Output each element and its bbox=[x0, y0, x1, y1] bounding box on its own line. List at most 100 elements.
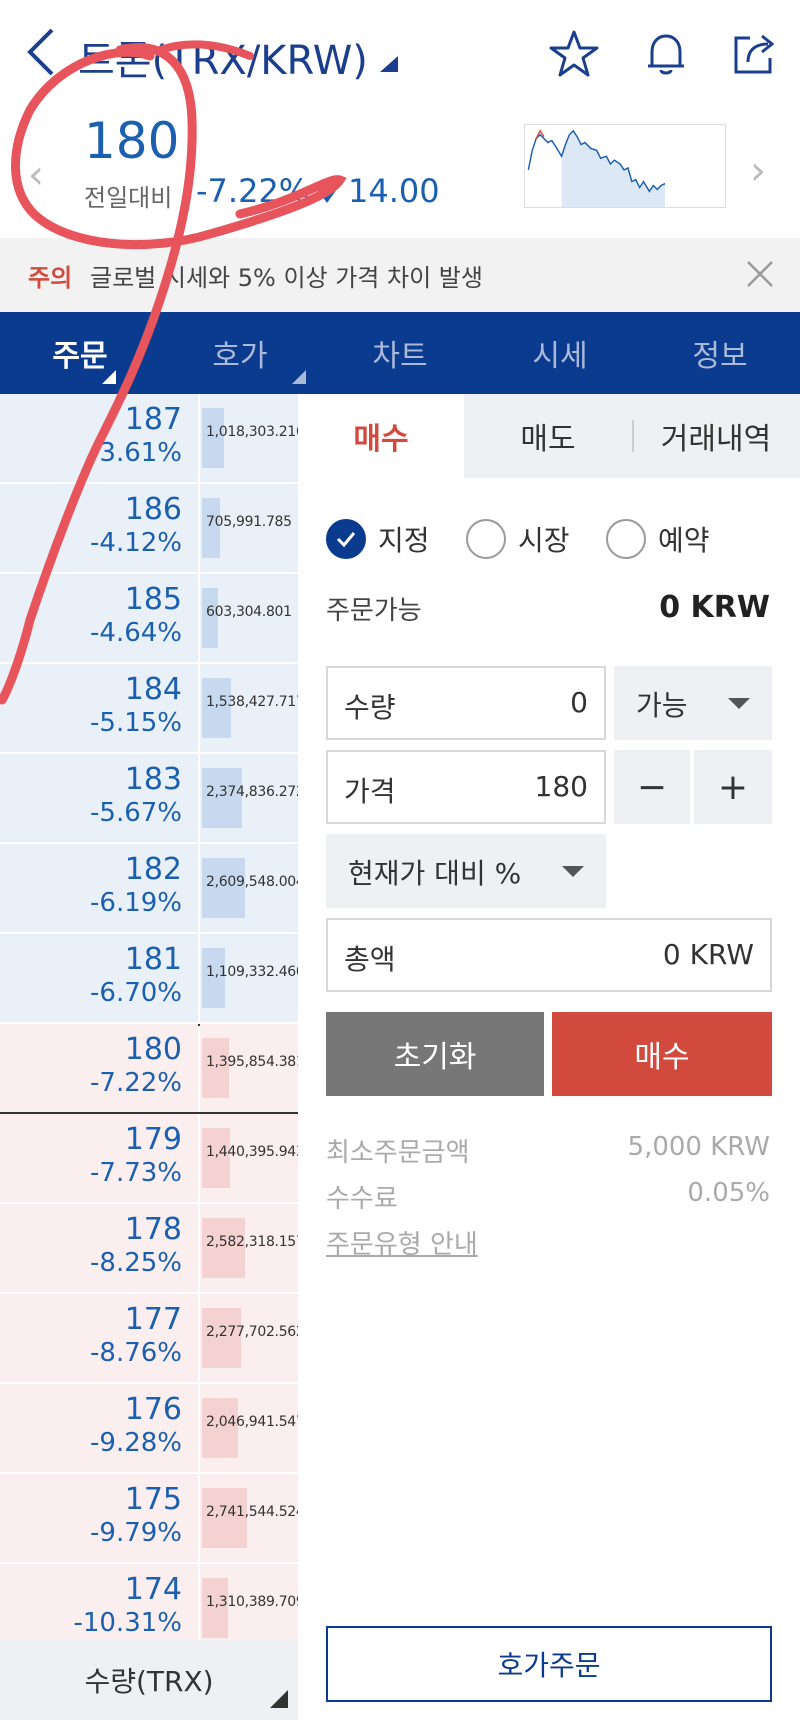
subtab-sell[interactable]: 매도 bbox=[464, 394, 632, 478]
star-icon[interactable] bbox=[548, 28, 600, 80]
volume-cell: 2,609,548.004 bbox=[200, 844, 298, 932]
orderbook-row[interactable]: 186 -4.12% 705,991.785 bbox=[0, 484, 298, 574]
orderbook-price: 182 bbox=[124, 852, 182, 887]
orderbook-row[interactable]: 185 -4.64% 603,304.801 bbox=[0, 574, 298, 664]
subtab-history[interactable]: 거래내역 bbox=[632, 394, 800, 478]
quantity-label: 수량 bbox=[344, 691, 396, 724]
orderbook-volume: 1,310,389.709 bbox=[206, 1594, 298, 1610]
check-icon bbox=[326, 519, 366, 559]
order-panel: 매수 매도 거래내역 지정 시장 예약 주문가능 0 KRW 수량 0 가능 가… bbox=[298, 394, 800, 1720]
price-cell[interactable]: 178 -8.25% bbox=[0, 1204, 198, 1292]
divider bbox=[632, 420, 634, 452]
reset-button[interactable]: 초기화 bbox=[326, 1012, 544, 1096]
percent-select[interactable]: 현재가 대비 % bbox=[326, 834, 606, 908]
orderbook-percent: -7.22% bbox=[90, 1068, 182, 1098]
min-order-value: 5,000 KRW bbox=[627, 1132, 770, 1162]
next-coin-icon[interactable]: › bbox=[750, 148, 766, 194]
orderbook-price: 180 bbox=[124, 1032, 182, 1067]
radio-reserve[interactable]: 예약 bbox=[606, 514, 710, 564]
change-percent: -7.22% bbox=[196, 172, 310, 210]
subtab-label: 매수 bbox=[353, 422, 409, 457]
tab-order[interactable]: 주문 bbox=[0, 312, 160, 394]
price-cell[interactable]: 175 -9.79% bbox=[0, 1474, 198, 1562]
orderbook-percent: -6.19% bbox=[90, 888, 182, 918]
volume-unit-label: 수량(TRX) bbox=[84, 1665, 214, 1698]
back-arrow-icon[interactable] bbox=[22, 22, 62, 82]
orderbook-row-current[interactable]: 180 -7.22% 1,395,854.381 bbox=[0, 1024, 298, 1114]
price-cell[interactable]: 180 -7.22% bbox=[0, 1024, 198, 1112]
orderbook-volume: 1,440,395.943 bbox=[206, 1144, 298, 1160]
orderbook-price: 185 bbox=[124, 582, 182, 617]
share-icon[interactable] bbox=[728, 28, 780, 80]
close-icon[interactable] bbox=[742, 256, 778, 292]
price-cell[interactable]: 177 -8.76% bbox=[0, 1294, 198, 1382]
orderbook-volume: 2,582,318.157 bbox=[206, 1234, 298, 1250]
price-cell[interactable]: 182 -6.19% bbox=[0, 844, 198, 932]
orderbook-row[interactable]: 184 -5.15% 1,538,427.717 bbox=[0, 664, 298, 754]
chevron-down-icon bbox=[562, 866, 584, 877]
price-cell[interactable]: 184 -5.15% bbox=[0, 664, 198, 752]
orderbook-row[interactable]: 187 -3.61% 1,018,303.216 bbox=[0, 394, 298, 484]
price-cell[interactable]: 183 -5.67% bbox=[0, 754, 198, 842]
price-label: 가격 bbox=[344, 775, 396, 808]
page-title[interactable]: 트론(TRX/KRW) bbox=[78, 28, 368, 86]
order-type-guide-link[interactable]: 주문유형 안내 bbox=[326, 1224, 478, 1261]
radio-limit[interactable]: 지정 bbox=[326, 514, 430, 564]
tab-info[interactable]: 정보 bbox=[640, 312, 800, 394]
orderbook-volume: 2,741,544.524 bbox=[206, 1504, 298, 1520]
subtab-label: 거래내역 bbox=[660, 422, 772, 457]
orderbook-row[interactable]: 176 -9.28% 2,046,941.547 bbox=[0, 1384, 298, 1474]
price-input[interactable]: 가격 180 bbox=[326, 750, 606, 824]
orderbook-percent: -3.61% bbox=[90, 438, 182, 468]
order-book[interactable]: 187 -3.61% 1,018,303.216 186 -4.12% 705,991.7… bbox=[0, 394, 298, 1640]
orderbook-row[interactable]: 182 -6.19% 2,609,548.004 bbox=[0, 844, 298, 934]
orderbook-row[interactable]: 183 -5.67% 2,374,836.272 bbox=[0, 754, 298, 844]
price-cell[interactable]: 186 -4.12% bbox=[0, 484, 198, 572]
subtab-buy[interactable]: 매수 bbox=[298, 394, 464, 478]
corner-caret-icon bbox=[270, 1690, 288, 1708]
orderbook-row[interactable]: 181 -6.70% 1,109,332.460 bbox=[0, 934, 298, 1024]
subtab-label: 매도 bbox=[520, 422, 576, 457]
orderbook-row[interactable]: 174 -10.31% 1,310,389.709 bbox=[0, 1564, 298, 1640]
order-subtabs: 매수 매도 거래내역 bbox=[298, 394, 800, 478]
orderbook-price: 181 bbox=[124, 942, 182, 977]
tab-chart[interactable]: 차트 bbox=[320, 312, 480, 394]
orderbook-percent: -5.67% bbox=[90, 798, 182, 828]
orderbook-order-label: 호가주문 bbox=[497, 1649, 601, 1682]
orderbook-row[interactable]: 177 -8.76% 2,277,702.562 bbox=[0, 1294, 298, 1384]
total-input[interactable]: 총액 0 KRW bbox=[326, 918, 772, 992]
quantity-select[interactable]: 가능 bbox=[614, 666, 772, 740]
orderbook-row[interactable]: 178 -8.25% 2,582,318.157 bbox=[0, 1204, 298, 1294]
orderbook-price: 186 bbox=[124, 492, 182, 527]
price-minus-button[interactable]: − bbox=[614, 750, 690, 824]
orderbook-price: 187 bbox=[124, 402, 182, 437]
price-cell[interactable]: 187 -3.61% bbox=[0, 394, 198, 482]
orderbook-volume: 1,395,854.381 bbox=[206, 1054, 298, 1070]
quantity-input[interactable]: 수량 0 bbox=[326, 666, 606, 740]
price-plus-button[interactable]: + bbox=[694, 750, 772, 824]
total-label: 총액 bbox=[344, 943, 396, 976]
bell-icon[interactable] bbox=[640, 28, 692, 80]
orderbook-price: 179 bbox=[124, 1122, 182, 1157]
orderbook-volume: 1,109,332.460 bbox=[206, 964, 298, 980]
tab-market[interactable]: 시세 bbox=[480, 312, 640, 394]
price-cell[interactable]: 176 -9.28% bbox=[0, 1384, 198, 1472]
orderbook-price: 178 bbox=[124, 1212, 182, 1247]
orderbook-volume: 1,018,303.216 bbox=[206, 424, 298, 440]
prev-coin-icon[interactable]: ‹ bbox=[28, 152, 44, 198]
buy-button[interactable]: 매수 bbox=[552, 1012, 772, 1096]
price-cell[interactable]: 185 -4.64% bbox=[0, 574, 198, 662]
price-cell[interactable]: 179 -7.73% bbox=[0, 1114, 198, 1202]
orderbook-price: 183 bbox=[124, 762, 182, 797]
price-cell[interactable]: 181 -6.70% bbox=[0, 934, 198, 1022]
price-cell[interactable]: 174 -10.31% bbox=[0, 1564, 198, 1640]
orderbook-row[interactable]: 175 -9.79% 2,741,544.524 bbox=[0, 1474, 298, 1564]
title-dropdown-icon[interactable] bbox=[380, 56, 398, 72]
volume-unit-toggle[interactable]: 수량(TRX) bbox=[0, 1640, 298, 1720]
tab-orderbook[interactable]: 호가 bbox=[160, 312, 320, 394]
orderbook-row[interactable]: 179 -7.73% 1,440,395.943 bbox=[0, 1114, 298, 1204]
mini-price-chart[interactable] bbox=[524, 124, 726, 208]
orderbook-order-button[interactable]: 호가주문 bbox=[326, 1626, 772, 1702]
radio-market[interactable]: 시장 bbox=[466, 514, 570, 564]
current-price: 180 bbox=[84, 112, 180, 170]
